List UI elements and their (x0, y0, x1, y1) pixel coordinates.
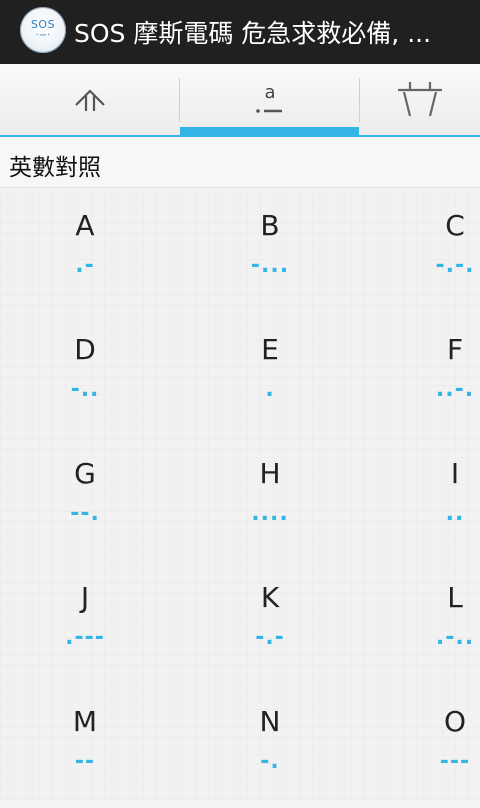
morse-letter: N (259, 705, 281, 738)
morse-code: -. (260, 749, 280, 774)
morse-code: -.-. (435, 253, 475, 278)
title-bar: SOS ·−· SOS 摩斯電碼 危急求救必備, ... (0, 0, 480, 64)
morse-code: .- (75, 253, 95, 278)
morse-cell-l[interactable]: L .-.. (395, 560, 480, 684)
morse-letter: I (450, 457, 460, 490)
morse-cell-j[interactable]: J .--- (25, 560, 145, 684)
tab-basket[interactable] (360, 64, 480, 135)
morse-letter: M (72, 705, 98, 738)
morse-code: -.. (70, 377, 100, 402)
morse-letter: L (447, 581, 463, 614)
morse-cell-a[interactable]: A .- (25, 188, 145, 312)
morse-code: -.- (255, 625, 285, 650)
logo-morse: ·−· (35, 30, 51, 41)
morse-letter: E (261, 333, 279, 366)
morse-cell-h[interactable]: H .... (210, 436, 330, 560)
morse-letter: B (260, 209, 280, 242)
morse-cell-m[interactable]: M -- (25, 684, 145, 808)
logo-text: SOS (30, 18, 56, 31)
morse-code: .. (445, 501, 465, 526)
morse-code: --- (439, 749, 471, 774)
morse-code: .-.. (435, 625, 475, 650)
morse-cell-c[interactable]: C -.-. (395, 188, 480, 312)
tab-bar: a (0, 64, 480, 137)
morse-code: .... (251, 501, 289, 526)
morse-letter: O (443, 705, 467, 738)
morse-letter: K (260, 581, 280, 614)
section-header: 英數對照 (0, 137, 480, 188)
morse-code: -- (74, 749, 96, 774)
morse-cell-e[interactable]: E . (210, 312, 330, 436)
chevron-up-icon (74, 88, 105, 111)
morse-cell-n[interactable]: N -. (210, 684, 330, 808)
morse-grid: A .- B -... C -.-. D -.. E . F ..-. G --… (0, 188, 480, 800)
morse-letter: D (74, 333, 96, 366)
morse-code: -... (250, 253, 290, 278)
alphabet-morse-icon: a (255, 82, 282, 113)
tab-home[interactable] (0, 64, 179, 135)
morse-letter: H (259, 457, 281, 490)
app-logo-icon[interactable]: SOS ·−· (20, 7, 66, 53)
morse-code: --. (70, 501, 100, 526)
section-title: 英數對照 (9, 155, 101, 181)
alphabet-icon-letter: a (264, 82, 275, 103)
morse-cell-f[interactable]: F ..-. (395, 312, 480, 436)
tab-alphabet[interactable]: a (180, 64, 359, 135)
morse-cell-b[interactable]: B -... (210, 188, 330, 312)
morse-letter: A (75, 209, 95, 242)
morse-cell-g[interactable]: G --. (25, 436, 145, 560)
morse-code: . (265, 377, 275, 402)
basket-icon (398, 81, 442, 116)
morse-cell-d[interactable]: D -.. (25, 312, 145, 436)
morse-letter: G (74, 457, 96, 490)
morse-letter: J (80, 581, 90, 614)
app-title: SOS 摩斯電碼 危急求救必備, ... (74, 19, 432, 48)
tab-selected-indicator (180, 127, 359, 135)
morse-letter: F (446, 333, 464, 366)
morse-cell-k[interactable]: K -.- (210, 560, 330, 684)
morse-letter: C (445, 209, 465, 242)
morse-cell-o[interactable]: O --- (395, 684, 480, 808)
morse-code: ..-. (435, 377, 475, 402)
morse-cell-i[interactable]: I .. (395, 436, 480, 560)
morse-code: .--- (65, 625, 105, 650)
